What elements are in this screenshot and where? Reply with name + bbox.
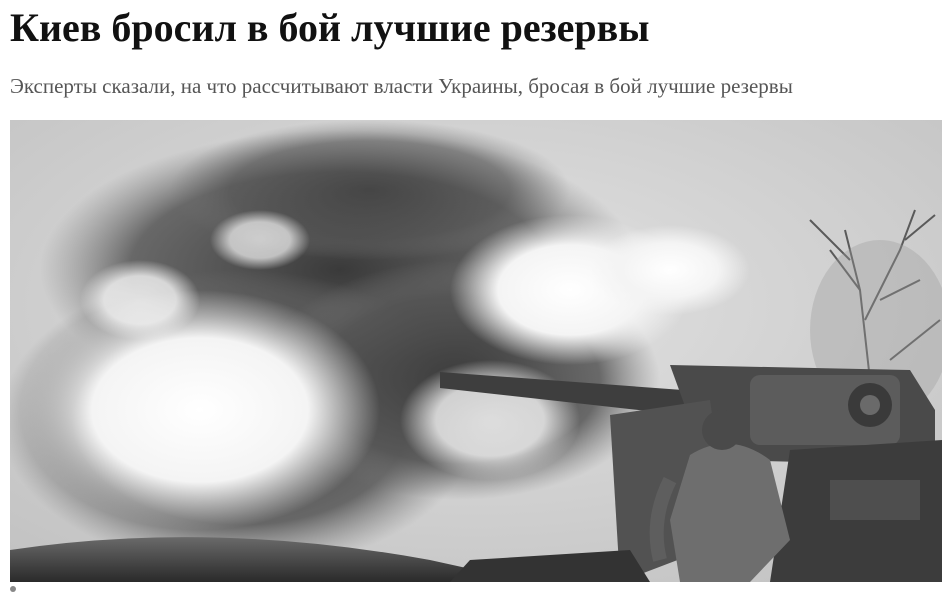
artillery-photo: [10, 120, 942, 582]
headline: Киев бросил в бой лучшие резервы: [10, 5, 650, 50]
article-photo[interactable]: [10, 120, 942, 582]
article: Киев бросил в бой лучшие резервы Эксперт…: [0, 0, 949, 592]
lead-text: Эксперты сказали, на что рассчитывают вл…: [10, 74, 793, 98]
caption-marker: [10, 586, 16, 592]
